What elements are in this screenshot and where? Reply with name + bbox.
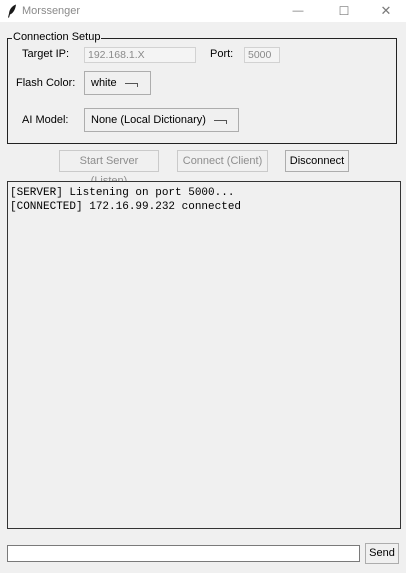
ai-model-value: None (Local Dictionary): [91, 114, 206, 126]
disconnect-button[interactable]: Disconnect: [285, 150, 349, 172]
dropdown-indicator-icon: [124, 82, 138, 87]
ai-model-dropdown[interactable]: None (Local Dictionary): [84, 108, 239, 132]
title-bar[interactable]: Morssenger — ☐ ✕: [0, 0, 406, 22]
send-button[interactable]: Send: [365, 543, 399, 564]
port-label: Port:: [210, 48, 234, 60]
target-ip-input[interactable]: [84, 47, 196, 63]
window-title: Morssenger: [22, 5, 81, 17]
feather-icon: [8, 4, 16, 18]
close-button[interactable]: ✕: [364, 0, 406, 22]
message-input[interactable]: [7, 545, 360, 562]
flash-color-value: white: [91, 77, 117, 89]
minimize-icon: —: [292, 5, 304, 17]
minimize-button[interactable]: —: [276, 0, 320, 22]
connection-setup-title: Connection Setup: [12, 31, 102, 43]
flash-color-label: Flash Color:: [16, 77, 76, 89]
close-icon: ✕: [380, 3, 392, 18]
maximize-button[interactable]: ☐: [322, 0, 366, 22]
app-window: Morssenger — ☐ ✕ Connection Setup Target…: [0, 0, 406, 573]
log-line: [CONNECTED] 172.16.99.232 connected: [10, 201, 242, 213]
dropdown-indicator-icon: [213, 119, 227, 124]
maximize-icon: ☐: [338, 4, 350, 18]
log-output[interactable]: [SERVER] Listening on port 5000... [CONNE…: [7, 181, 401, 529]
ai-model-label: AI Model:: [22, 114, 69, 126]
start-server-button[interactable]: Start Server (Listen): [59, 150, 159, 187]
target-ip-label: Target IP:: [22, 48, 70, 60]
flash-color-dropdown[interactable]: white: [84, 71, 151, 95]
port-input[interactable]: [244, 47, 280, 63]
log-line: [SERVER] Listening on port 5000...: [10, 187, 235, 199]
connect-button[interactable]: Connect (Client): [177, 150, 268, 172]
